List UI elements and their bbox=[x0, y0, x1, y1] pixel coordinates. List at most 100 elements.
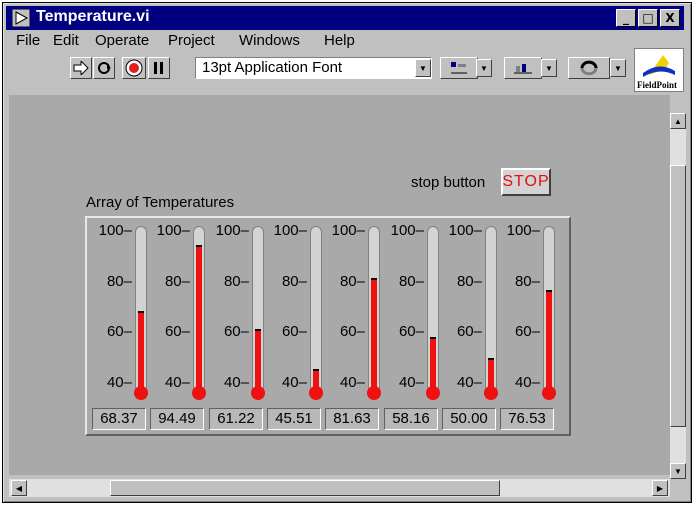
scale-tick-label: 60– bbox=[398, 323, 424, 341]
menu-bar: File Edit Operate Project Windows Help bbox=[6, 30, 632, 52]
thermometer-level-marker bbox=[196, 244, 202, 247]
temperature-value[interactable]: 50.00 bbox=[442, 408, 496, 430]
pause-button[interactable] bbox=[148, 57, 170, 79]
scale-tick-label: 40– bbox=[164, 374, 190, 391]
scale-tick-label: 40– bbox=[398, 374, 424, 391]
thermometer-level-marker bbox=[138, 311, 144, 314]
scroll-right-button[interactable]: ▶ bbox=[652, 480, 668, 496]
menu-edit[interactable]: Edit bbox=[53, 32, 79, 49]
thermometer-level-marker bbox=[313, 369, 319, 372]
thermometer-tube[interactable] bbox=[310, 226, 322, 393]
stop-button-label: stop button bbox=[411, 174, 486, 191]
thermometer-level bbox=[546, 291, 552, 393]
thermometer-level-marker bbox=[546, 290, 552, 293]
scale-tick-label: 80– bbox=[339, 272, 365, 290]
scale-tick-label: 80– bbox=[164, 272, 190, 290]
temperature-value[interactable]: 58.16 bbox=[384, 408, 438, 430]
scale-tick-label: 40– bbox=[281, 374, 307, 391]
temperature-value[interactable]: 81.63 bbox=[325, 408, 379, 430]
scale-tick-label: 60– bbox=[164, 323, 190, 341]
close-button[interactable]: X bbox=[660, 9, 680, 27]
fieldpoint-logo: FieldPoint bbox=[634, 48, 684, 92]
run-continuously-icon bbox=[98, 62, 111, 74]
scale-tick-label: 100– bbox=[215, 222, 249, 239]
horizontal-scroll-thumb[interactable] bbox=[110, 480, 500, 496]
temperature-value[interactable]: 61.22 bbox=[209, 408, 263, 430]
fieldpoint-logo-text: FieldPoint bbox=[637, 80, 677, 90]
scale-tick-label: 100– bbox=[331, 222, 365, 239]
align-objects-button[interactable] bbox=[440, 57, 478, 79]
reorder-icon bbox=[580, 60, 598, 76]
distribute-objects-button[interactable] bbox=[504, 57, 542, 79]
thermometer-bulb bbox=[367, 386, 381, 400]
window-title: Temperature.vi bbox=[36, 8, 150, 25]
scale-tick-label: 100– bbox=[390, 222, 424, 239]
abort-button[interactable] bbox=[122, 57, 146, 79]
minimize-button[interactable]: _ bbox=[616, 9, 636, 27]
thermometer-level bbox=[430, 337, 436, 393]
scale-tick-label: 100– bbox=[273, 222, 307, 239]
thermometer-bulb bbox=[309, 386, 323, 400]
run-continuously-button[interactable] bbox=[93, 57, 115, 79]
scale-tick-label: 100– bbox=[156, 222, 190, 239]
toolbar: 13pt Application Font ▼ ▼ ▼ ▼ bbox=[6, 54, 632, 84]
thermometer-bulb bbox=[542, 386, 556, 400]
stop-button[interactable]: STOP bbox=[501, 168, 551, 196]
thermometer-level bbox=[371, 278, 377, 393]
scale-tick-label: 60– bbox=[514, 323, 540, 341]
distribute-dropdown-button[interactable]: ▼ bbox=[541, 59, 557, 77]
scale-tick-label: 40– bbox=[339, 374, 365, 391]
thermometer-level-marker bbox=[430, 336, 436, 339]
scroll-up-button[interactable]: ▲ bbox=[670, 113, 686, 129]
scroll-down-button[interactable]: ▼ bbox=[670, 463, 686, 479]
thermometer-bulb bbox=[192, 386, 206, 400]
temperature-value[interactable]: 45.51 bbox=[267, 408, 321, 430]
vertical-scrollbar[interactable]: ▲ ▼ bbox=[670, 113, 686, 479]
font-dropdown-button[interactable]: ▼ bbox=[415, 59, 431, 77]
temperature-value[interactable]: 76.53 bbox=[500, 408, 554, 430]
scale-tick-label: 80– bbox=[106, 272, 132, 290]
run-arrow-icon bbox=[73, 61, 89, 75]
temperature-value[interactable]: 94.49 bbox=[150, 408, 204, 430]
reorder-button[interactable] bbox=[568, 57, 610, 79]
maximize-button[interactable]: □ bbox=[638, 9, 658, 27]
temperature-value[interactable]: 68.37 bbox=[92, 408, 146, 430]
scale-tick-label: 80– bbox=[281, 272, 307, 290]
temperature-array bbox=[85, 216, 571, 436]
menu-file[interactable]: File bbox=[16, 32, 40, 49]
scale-tick-label: 100– bbox=[506, 222, 540, 239]
thermometer-bulb bbox=[484, 386, 498, 400]
scale-tick-label: 100– bbox=[448, 222, 482, 239]
align-dropdown-button[interactable]: ▼ bbox=[476, 59, 492, 77]
fieldpoint-logo-icon bbox=[643, 55, 675, 77]
thermometer-level-marker bbox=[371, 277, 377, 280]
menu-project[interactable]: Project bbox=[168, 32, 215, 49]
thermometer-level bbox=[196, 245, 202, 393]
title-bar[interactable]: Temperature.vi _ □ X bbox=[6, 6, 684, 30]
scale-tick-label: 60– bbox=[223, 323, 249, 341]
scroll-left-button[interactable]: ◀ bbox=[11, 480, 27, 496]
horizontal-scrollbar[interactable]: ◀ ▶ bbox=[9, 479, 670, 497]
scale-tick-label: 40– bbox=[456, 374, 482, 391]
menu-windows[interactable]: Windows bbox=[239, 32, 300, 49]
pause-icon bbox=[154, 62, 163, 74]
thermometer-level-marker bbox=[488, 357, 494, 360]
thermometer-bulb bbox=[426, 386, 440, 400]
thermometer-bulb bbox=[251, 386, 265, 400]
scale-tick-label: 40– bbox=[514, 374, 540, 391]
vertical-scroll-thumb[interactable] bbox=[670, 165, 686, 427]
scale-tick-label: 80– bbox=[223, 272, 249, 290]
menu-operate[interactable]: Operate bbox=[95, 32, 149, 49]
font-select[interactable]: 13pt Application Font bbox=[195, 57, 432, 79]
scale-tick-label: 100– bbox=[98, 222, 132, 239]
reorder-dropdown-button[interactable]: ▼ bbox=[610, 59, 626, 77]
menu-help[interactable]: Help bbox=[324, 32, 355, 49]
array-label: Array of Temperatures bbox=[86, 194, 235, 211]
vi-run-icon bbox=[12, 9, 30, 27]
distribute-objects-icon bbox=[514, 64, 532, 74]
run-button[interactable] bbox=[70, 57, 92, 79]
align-objects-icon bbox=[451, 62, 467, 74]
scale-tick-label: 60– bbox=[281, 323, 307, 341]
scale-tick-label: 80– bbox=[514, 272, 540, 290]
thermometer-level bbox=[138, 312, 144, 393]
